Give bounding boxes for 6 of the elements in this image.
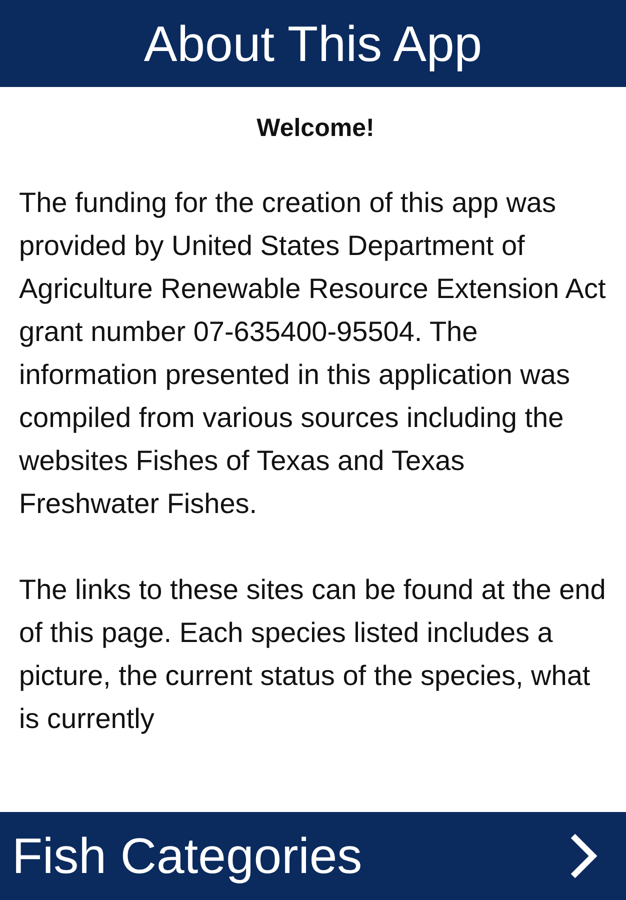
fish-categories-button[interactable]: Fish Categories (0, 812, 626, 900)
page-title: About This App (144, 14, 482, 72)
body-paragraph: The funding for the creation of this app was provided by United States Department of Agriculture Renewable Resource Extension Act grant number 07-635400-95504. The information presented in this application was compiled from various sources including the websites Fishes of Texas and Texas Freshwater Fishes. (19, 186, 607, 521)
body-paragraph: The links to these sites can be found at the end of this page. Each species listed includes a picture, the current status of the species, what is currently (19, 573, 607, 736)
chevron-right-icon (568, 832, 598, 880)
welcome-heading: Welcome! (256, 114, 376, 143)
